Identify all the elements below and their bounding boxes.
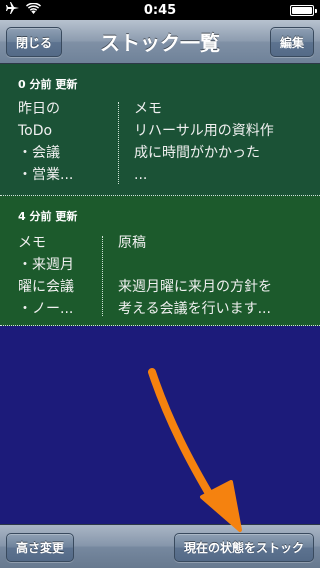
stock-right-column: 原稿 来週月曜に来月の方針を 考える会議を行います...: [118, 232, 272, 320]
battery-icon: [290, 4, 317, 16]
stock-right-line: [118, 254, 272, 276]
stock-left-column: 昨日の ToDo ・会議 ・営業...: [18, 98, 73, 186]
stock-left-line: ・営業...: [18, 167, 74, 183]
airplane-icon: [6, 2, 20, 18]
stock-time-label: 0 分前 更新: [18, 78, 78, 91]
status-bar: 0:45: [0, 0, 320, 20]
status-left: [6, 2, 41, 18]
stock-left-column: メモ ・来週月 曜に会議 ・ノー...: [18, 232, 74, 320]
stock-left-line: ToDo: [18, 123, 53, 139]
column-divider: [118, 102, 119, 184]
stock-left-line: 曜に会議: [18, 279, 74, 295]
stock-right-column: メモ リハーサル用の資料作 成に時間がかかった ...: [134, 98, 274, 186]
stock-left-line: 昨日の: [18, 101, 60, 117]
stock-list: 0 分前 更新 昨日の ToDo ・会議 ・営業... メモ リハーサル用の資料…: [0, 64, 320, 524]
close-button[interactable]: 閉じる: [6, 27, 63, 57]
status-time: 0:45: [143, 2, 177, 18]
stock-right-line: 考える会議を行います...: [118, 301, 271, 317]
stock-right-line: 来週月曜に来月の方針を: [118, 279, 272, 295]
stock-time-label: 4 分前 更新: [18, 210, 78, 223]
stock-item[interactable]: 0 分前 更新 昨日の ToDo ・会議 ・営業... メモ リハーサル用の資料…: [0, 64, 320, 196]
edit-button[interactable]: 編集: [269, 27, 314, 57]
stock-right-line: メモ: [134, 101, 162, 117]
stock-left-line: メモ: [18, 235, 46, 251]
stock-left-line: ・ノー...: [18, 301, 74, 317]
stock-item[interactable]: 4 分前 更新 メモ ・来週月 曜に会議 ・ノー... 原稿 来週月曜に来月の方…: [0, 196, 320, 326]
wifi-icon: [26, 2, 41, 18]
page-title: ストック一覧: [100, 31, 220, 55]
change-height-button[interactable]: 高さ変更: [6, 533, 75, 562]
stock-right-line: リハーサル用の資料作: [134, 123, 274, 139]
stock-left-line: ・来週月: [18, 257, 74, 273]
column-divider: [102, 236, 103, 316]
stock-current-state-button[interactable]: 現在の状態をストック: [173, 533, 314, 562]
stock-right-line: 原稿: [118, 235, 146, 251]
stock-right-line: 成に時間がかかった: [134, 145, 260, 161]
stock-right-line: ...: [134, 167, 148, 183]
bottom-toolbar: 高さ変更 現在の状態をストック: [0, 524, 320, 568]
stock-left-line: ・会議: [18, 145, 60, 161]
navigation-bar: 閉じる ストック一覧 編集: [0, 20, 320, 64]
battery-level: [292, 6, 312, 14]
